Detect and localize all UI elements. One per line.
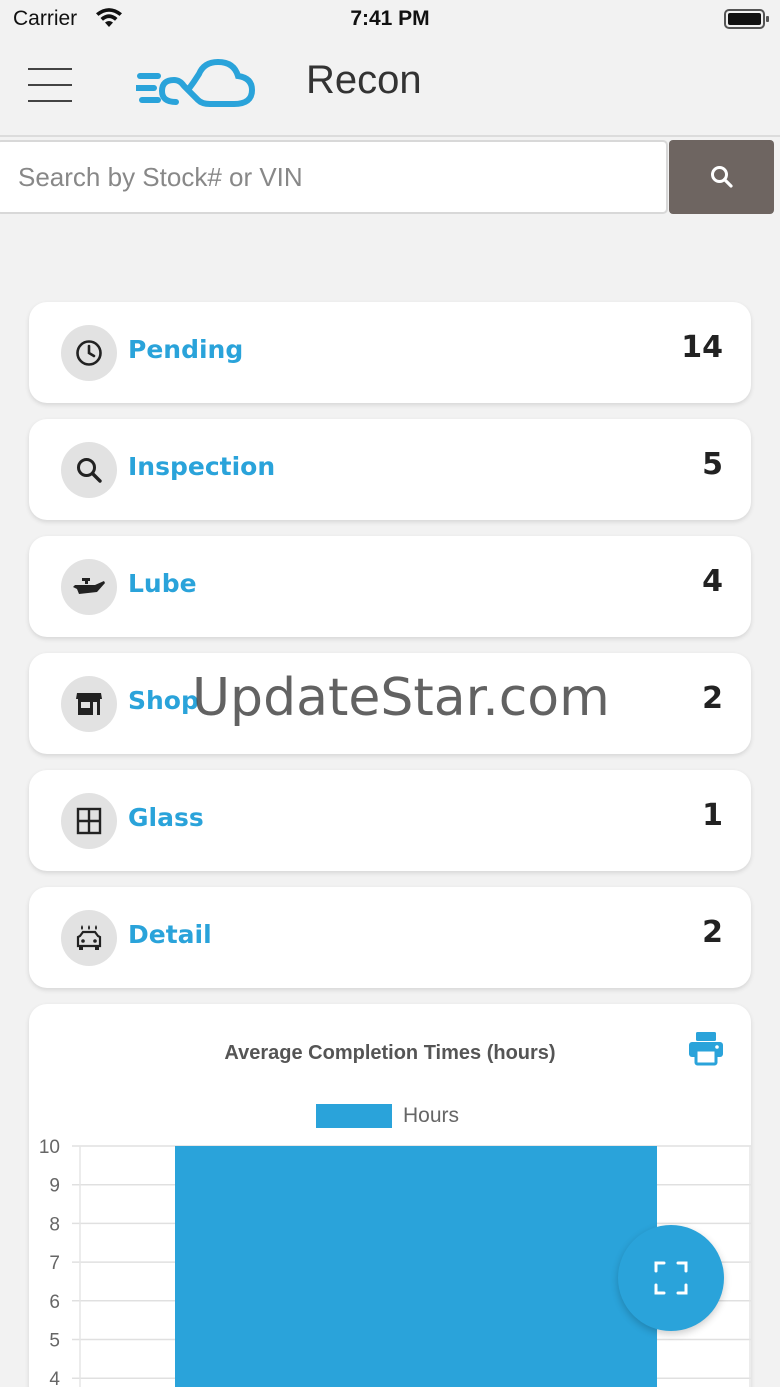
stage-card-lube[interactable]: Lube 4 (29, 536, 751, 637)
stage-count: 2 (702, 915, 723, 950)
y-tick-label: 8 (49, 1214, 60, 1235)
clock-icon (61, 325, 117, 381)
stage-count: 2 (702, 681, 723, 716)
stage-count: 4 (702, 564, 723, 599)
hamburger-icon[interactable] (28, 68, 74, 106)
stage-card-shop[interactable]: Shop 2 (29, 653, 751, 754)
stage-card-detail[interactable]: Detail 2 (29, 887, 751, 988)
stage-card-glass[interactable]: Glass 1 (29, 770, 751, 871)
stage-label: Lube (128, 569, 197, 598)
bar-hours[interactable] (175, 1146, 657, 1387)
cloud-logo-icon (136, 58, 256, 107)
y-tick-label: 5 (49, 1331, 60, 1352)
window-icon (61, 793, 117, 849)
status-bar: Carrier 7:41 PM (0, 0, 780, 40)
clock-time: 7:41 PM (350, 7, 430, 30)
y-tick-label: 9 (49, 1176, 60, 1197)
stage-card-inspection[interactable]: Inspection 5 (29, 419, 751, 520)
completion-times-chart: Average Completion Times (hours) Hours 1… (29, 1004, 751, 1387)
app-header: Recon (0, 40, 780, 137)
storefront-icon (61, 676, 117, 732)
stage-label: Pending (128, 335, 244, 364)
search-icon (61, 442, 117, 498)
oil-can-icon (61, 559, 117, 615)
stage-list: Pending 14 Inspection 5 Lube 4 Shop 2 Gl… (29, 302, 751, 1004)
search-icon (710, 166, 733, 188)
scan-frame-icon (654, 1261, 688, 1295)
car-wash-icon (61, 910, 117, 966)
scan-button[interactable] (618, 1225, 724, 1331)
stage-label: Detail (128, 920, 212, 949)
search-input[interactable] (0, 140, 668, 214)
stage-count: 1 (702, 798, 723, 833)
stage-label: Glass (128, 803, 204, 832)
y-tick-label: 7 (49, 1253, 60, 1274)
battery-icon (724, 9, 769, 29)
y-tick-label: 10 (39, 1137, 60, 1158)
app-title: Recon (306, 58, 422, 102)
stage-label: Inspection (128, 452, 276, 481)
y-tick-label: 6 (49, 1292, 60, 1313)
stage-card-pending[interactable]: Pending 14 (29, 302, 751, 403)
y-tick-label: 4 (49, 1369, 60, 1387)
stage-count: 5 (702, 447, 723, 482)
bar-chart-plot: 10 9 8 7 6 5 4 (39, 1137, 751, 1387)
stage-count: 14 (681, 330, 723, 365)
stage-label: Shop (128, 686, 199, 715)
search-button[interactable] (669, 140, 774, 214)
